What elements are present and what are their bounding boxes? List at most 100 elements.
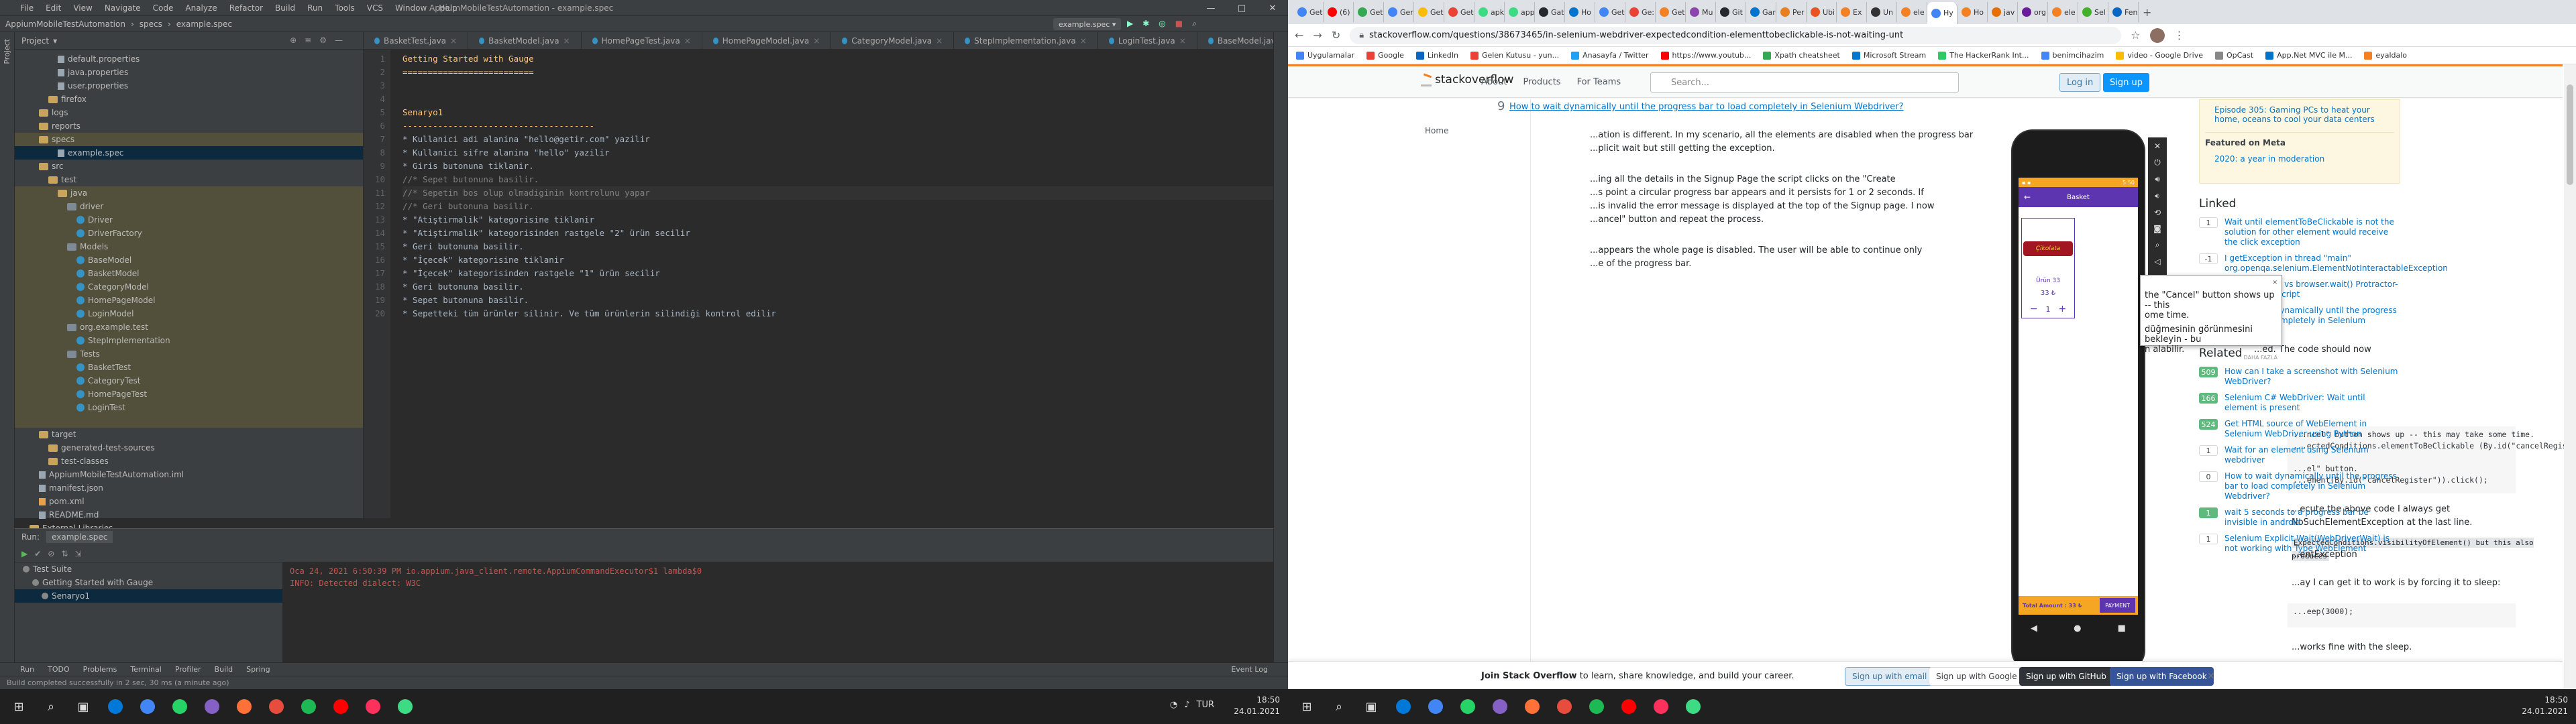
tree-item[interactable]: firefox	[15, 93, 363, 106]
tool-terminal[interactable]: Terminal	[130, 665, 162, 674]
debug-icon[interactable]: ✱	[1142, 19, 1149, 29]
bookmark-item[interactable]: Gelen Kutusu - yun...	[1470, 51, 1559, 60]
run-tree-item[interactable]: Getting Started with Gauge	[15, 576, 282, 589]
breadcrumb-specs[interactable]: specs	[140, 19, 162, 29]
editor-tab[interactable]: HomePageModel.java ×	[702, 32, 832, 49]
close-icon[interactable]: ✕	[2207, 671, 2215, 682]
close-icon[interactable]: ✕	[1257, 0, 1288, 16]
app-icon[interactable]	[199, 693, 225, 720]
tree-item[interactable]: src	[15, 160, 363, 173]
product-card[interactable]: Çikolata Ürün 33 33 ₺ − 1 +	[2021, 218, 2075, 318]
browser-tab[interactable]: Get	[1444, 2, 1474, 22]
page-scrollbar[interactable]	[2564, 64, 2576, 690]
zoom-icon[interactable]: ⌕	[2155, 240, 2160, 250]
nav-back-icon[interactable]: ◀	[2031, 623, 2037, 634]
app-icon[interactable]	[1390, 693, 1417, 720]
related-link[interactable]: Selenium C# WebDriver: Wait until elemen…	[2224, 393, 2400, 413]
expand-icon[interactable]: ⇲	[74, 549, 81, 558]
close-icon[interactable]: ×	[564, 36, 570, 46]
project-tool-label[interactable]: Project	[3, 39, 11, 64]
tool-build[interactable]: Build	[215, 665, 233, 674]
tree-item[interactable]: AppiumMobileTestAutomation.iml	[15, 468, 363, 481]
linked-link[interactable]: I getException in thread "main" org.open…	[2224, 253, 2448, 274]
nav-recents-icon[interactable]: ■	[2118, 623, 2126, 634]
tree-item[interactable]: BasketTest	[15, 361, 363, 374]
reload-icon[interactable]: ↻	[1332, 29, 1340, 42]
tree-item[interactable]: CategoryTest	[15, 374, 363, 387]
editor-tab[interactable]: BasketTest.java ×	[364, 32, 469, 49]
menu-refactor[interactable]: Refactor	[229, 3, 263, 13]
cancel-icon[interactable]: ⊘	[48, 549, 54, 558]
browser-tab[interactable]: app	[1505, 2, 1535, 22]
tree-item[interactable]: BaseModel	[15, 253, 363, 267]
editor-tab[interactable]: LoginTest.java ×	[1098, 32, 1197, 49]
bookmark-item[interactable]: The HackerRank Int...	[1938, 51, 2029, 60]
tree-item[interactable]: Models	[15, 240, 363, 253]
editor-tab[interactable]: StepImplementation.java ×	[954, 32, 1098, 49]
tool-run[interactable]: Run	[20, 665, 34, 674]
browser-tab[interactable]: Gat	[1535, 2, 1565, 22]
volume-icon[interactable]: ♪	[1184, 700, 1189, 710]
run-icon[interactable]: ▶	[1127, 19, 1133, 29]
hide-icon[interactable]: —	[335, 36, 343, 45]
browser-tab[interactable]: Gar	[1746, 2, 1776, 22]
star-icon[interactable]: ☆	[2131, 29, 2140, 42]
tree-item[interactable]: HomePageTest	[15, 387, 363, 401]
payment-button[interactable]: PAYMENT	[2100, 598, 2135, 613]
browser-tab[interactable]: jav	[1988, 2, 2018, 22]
related-item[interactable]: 0 How to wait dynamically until the progr…	[2199, 471, 2400, 501]
nav-products[interactable]: Products	[1523, 77, 1560, 87]
tree-item[interactable]: target	[15, 428, 363, 441]
browser-tab[interactable]: Get	[1656, 2, 1686, 22]
back-arrow-icon[interactable]: ←	[2024, 192, 2031, 202]
tree-item[interactable]: generated-test-sources	[15, 441, 363, 455]
bookmark-item[interactable]: Xpath cheatsheet	[1763, 51, 1840, 60]
browser-tab[interactable]: Git	[1716, 2, 1746, 22]
clock[interactable]: 18:50 24.01.2021	[1234, 695, 1280, 717]
linked-item[interactable]: 1 Wait until elementToBeClickable is not …	[2199, 217, 2400, 247]
tree-item[interactable]: CategoryModel	[15, 280, 363, 294]
bookmark-item[interactable]: https://www.youtub...	[1660, 51, 1751, 60]
tree-item[interactable]: logs	[15, 106, 363, 119]
tree-item[interactable]: LoginTest	[15, 401, 363, 414]
browser-tab[interactable]: apk	[1474, 2, 1505, 22]
linked-link[interactable]: Wait until elementToBeClickable is not t…	[2224, 217, 2400, 247]
menu-edit[interactable]: Edit	[46, 3, 61, 13]
collapse-icon[interactable]: ≡	[305, 36, 311, 45]
menu-tools[interactable]: Tools	[335, 3, 355, 13]
related-item[interactable]: 509 How can I take a screenshot with Sele…	[2199, 367, 2400, 387]
nav-teams[interactable]: For Teams	[1577, 77, 1621, 87]
tool-profiler[interactable]: Profiler	[175, 665, 201, 674]
tree-item[interactable]: manifest.json	[15, 481, 363, 495]
camera-icon[interactable]: ◙	[2153, 224, 2161, 233]
app-icon[interactable]	[392, 693, 419, 720]
volume-up-icon[interactable]: 🔊︎	[2155, 174, 2160, 184]
run-tab[interactable]: example.spec	[46, 531, 113, 543]
browser-tab[interactable]: Ge:	[1625, 2, 1656, 22]
tree-item[interactable]: Tests	[15, 347, 363, 361]
profile-avatar[interactable]	[2149, 27, 2165, 43]
tree-item[interactable]: StepImplementation	[15, 334, 363, 347]
menu-analyze[interactable]: Analyze	[185, 3, 217, 13]
close-icon[interactable]: ×	[1179, 36, 1186, 46]
editor-tab[interactable]: HomePageTest.java ×	[582, 32, 702, 49]
clock[interactable]: 18:50 24.01.2021	[2522, 695, 2568, 717]
nav-home-icon[interactable]: ●	[2074, 623, 2081, 634]
app-icon[interactable]	[327, 693, 354, 720]
browser-tab[interactable]: Get	[1354, 2, 1384, 22]
signup-google-button[interactable]: Sign up with Google	[1929, 667, 2025, 686]
app-icon[interactable]	[263, 693, 290, 720]
menu-build[interactable]: Build	[275, 3, 295, 13]
app-icon[interactable]	[1583, 693, 1610, 720]
browser-tab[interactable]: Sel	[2078, 2, 2108, 22]
browser-tab[interactable]: Un	[1867, 2, 1897, 22]
event-log[interactable]: Event Log	[1231, 665, 1268, 674]
related-link[interactable]: Get HTML source of WebElement in Seleniu…	[2224, 419, 2400, 439]
code-area[interactable]: Getting Started with Gauge ==============…	[402, 50, 1273, 518]
tree-item[interactable]: LoginModel	[15, 307, 363, 320]
close-icon[interactable]: ×	[450, 36, 457, 46]
signup-button[interactable]: Sign up	[2103, 73, 2149, 92]
menu-vcs[interactable]: VCS	[367, 3, 383, 13]
tree-item[interactable]: test	[15, 173, 363, 186]
browser-tab[interactable]: ele	[2048, 2, 2078, 22]
